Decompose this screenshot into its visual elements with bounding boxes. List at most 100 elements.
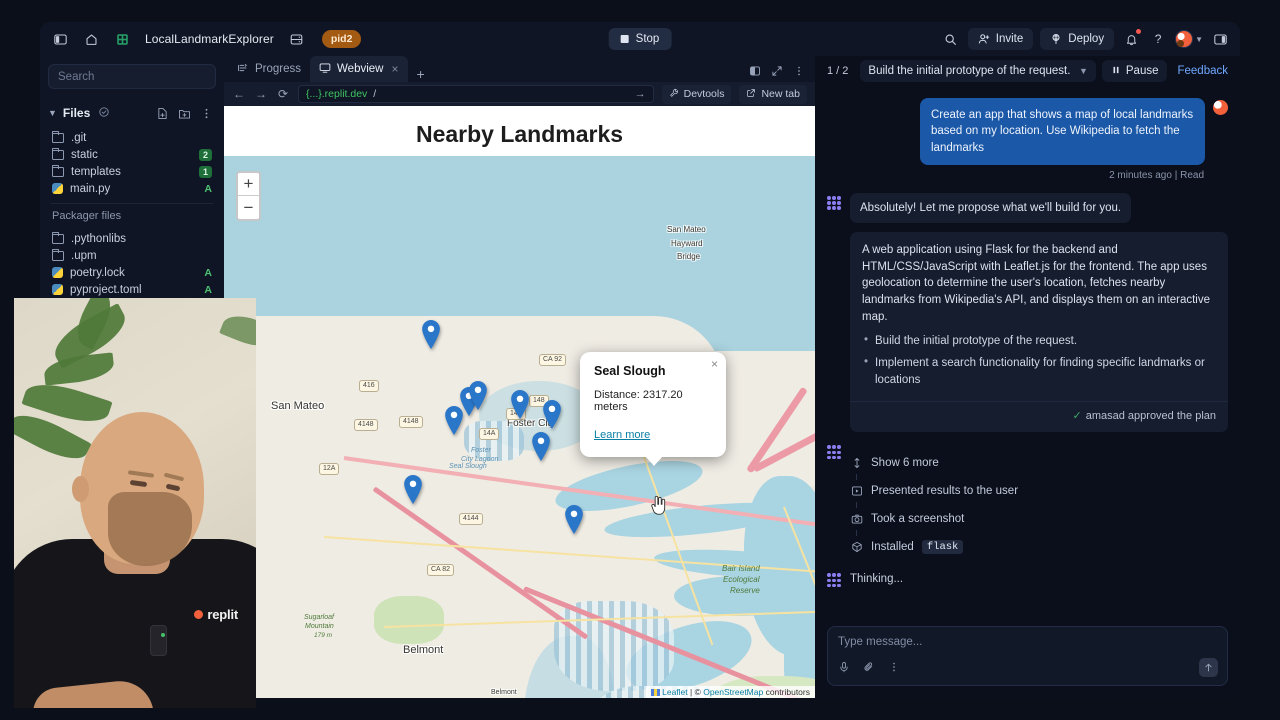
stop-label: Stop xyxy=(635,33,660,45)
arrow-right-icon[interactable]: → xyxy=(254,87,268,101)
layout-rows-icon[interactable] xyxy=(287,29,307,49)
more-vertical-icon[interactable] xyxy=(793,64,805,82)
reload-icon[interactable]: ⟳ xyxy=(276,87,290,101)
zoom-out-button[interactable]: − xyxy=(238,196,259,219)
url-input[interactable]: {...}.replit.dev / → xyxy=(298,85,654,103)
arrow-left-icon[interactable]: ← xyxy=(232,87,246,101)
new-tab-label: New tab xyxy=(761,88,800,100)
file-row[interactable]: pyproject.toml A xyxy=(40,281,224,298)
new-folder-icon[interactable] xyxy=(176,105,192,121)
message-time: 2 minutes ago xyxy=(1109,169,1172,181)
pause-icon xyxy=(1111,65,1121,78)
user-avatar[interactable]: ▼ xyxy=(1175,30,1203,48)
panel-right-icon[interactable] xyxy=(1210,29,1230,49)
tab-webview[interactable]: Webview × xyxy=(310,56,408,82)
map-label: Seal Slough xyxy=(449,463,487,470)
map-marsh xyxy=(554,601,674,691)
top-bar-left: LocalLandmarkExplorer pid2 xyxy=(50,29,362,49)
stop-button[interactable]: Stop xyxy=(608,28,672,50)
map-marker[interactable] xyxy=(444,406,465,435)
panel-left-icon[interactable] xyxy=(50,29,70,49)
folder-icon xyxy=(52,248,64,261)
present-icon xyxy=(850,485,863,498)
home-icon[interactable] xyxy=(81,29,101,49)
add-tab-button[interactable]: + xyxy=(408,66,434,82)
map-marker[interactable] xyxy=(531,432,552,461)
popup-learn-more-link[interactable]: Learn more xyxy=(594,429,650,441)
file-row[interactable]: .git xyxy=(40,129,224,146)
new-tab-button[interactable]: New tab xyxy=(739,84,807,104)
invite-button[interactable]: Invite xyxy=(967,28,1034,50)
more-vertical-icon[interactable] xyxy=(198,105,214,121)
wrench-icon xyxy=(669,88,679,101)
map-marker[interactable] xyxy=(542,400,563,429)
map-marker[interactable] xyxy=(403,475,424,504)
timeline-label: Presented results to the user xyxy=(871,485,1019,498)
tab-close-icon[interactable]: × xyxy=(391,62,398,76)
popup-close-icon[interactable]: × xyxy=(711,357,718,371)
timeline-item[interactable]: Presented results to the user xyxy=(850,480,1228,502)
road-shield: 416 xyxy=(359,380,379,392)
feedback-link[interactable]: Feedback xyxy=(1173,65,1232,77)
composer-placeholder[interactable]: Type message... xyxy=(838,636,1217,648)
file-name: pyproject.toml xyxy=(70,283,142,296)
map-label: Foster xyxy=(471,447,491,454)
pid-badge[interactable]: pid2 xyxy=(321,30,362,48)
map-zoom-control[interactable]: + − xyxy=(236,171,261,221)
current-task-dropdown[interactable]: Build the initial prototype of the reque… xyxy=(860,60,1096,82)
leaflet-link[interactable]: Leaflet xyxy=(662,687,688,697)
current-task-label: Build the initial prototype of the reque… xyxy=(868,65,1071,77)
file-row[interactable]: main.py A xyxy=(40,180,224,197)
devtools-button[interactable]: Devtools xyxy=(661,84,732,104)
attribution-suffix: contributors xyxy=(763,687,810,697)
message-composer[interactable]: Type message... xyxy=(827,626,1228,686)
file-row[interactable]: static 2 xyxy=(40,146,224,163)
tab-progress[interactable]: Progress xyxy=(228,56,310,82)
bell-icon[interactable] xyxy=(1121,28,1143,49)
chat-header: 1 / 2 Build the initial prototype of the… xyxy=(815,56,1240,86)
page-title: Nearby Landmarks xyxy=(415,121,624,147)
help-icon[interactable]: ? xyxy=(1148,29,1168,49)
more-vertical-icon[interactable] xyxy=(888,660,900,678)
map-label: San Mateo xyxy=(667,225,706,234)
pause-button[interactable]: Pause xyxy=(1101,60,1168,82)
leaflet-map[interactable]: + − San Mateo San Mateo Hayward Bridge Foste… xyxy=(224,156,815,698)
sidebar-search[interactable] xyxy=(48,64,216,89)
folder-icon xyxy=(52,231,64,244)
file-row[interactable]: .upm xyxy=(40,247,224,264)
file-row[interactable]: templates 1 xyxy=(40,163,224,180)
chat-messages[interactable]: Create an app that shows a map of local … xyxy=(815,86,1240,618)
file-name: main.py xyxy=(70,182,111,195)
files-header[interactable]: ▼ Files xyxy=(40,101,224,125)
new-file-icon[interactable] xyxy=(154,105,170,121)
send-button[interactable] xyxy=(1199,658,1218,677)
timeline-item[interactable]: Took a screenshot xyxy=(850,508,1228,530)
map-marker[interactable] xyxy=(468,381,489,410)
project-name[interactable]: LocalLandmarkExplorer xyxy=(145,32,274,46)
file-row[interactable]: poetry.lock A xyxy=(40,264,224,281)
map-popup[interactable]: × Seal Slough Distance: 2317.20 meters L… xyxy=(580,352,726,466)
paperclip-icon[interactable] xyxy=(863,660,875,678)
osm-link[interactable]: OpenStreetMap xyxy=(703,687,763,697)
timeline-item[interactable]: Show 6 more xyxy=(850,452,1228,474)
deploy-button[interactable]: Deploy xyxy=(1040,28,1115,50)
search-icon[interactable] xyxy=(941,29,961,49)
map-marker[interactable] xyxy=(564,505,585,534)
plan-item-list: Build the initial prototype of the reque… xyxy=(850,332,1228,401)
thinking-label: Thinking... xyxy=(850,572,904,585)
url-go-icon[interactable]: → xyxy=(635,88,646,100)
map-marker[interactable] xyxy=(510,390,531,419)
microphone-icon[interactable] xyxy=(838,660,850,678)
devtools-label: Devtools xyxy=(683,88,725,100)
zoom-in-button[interactable]: + xyxy=(238,173,259,196)
expand-icon[interactable] xyxy=(771,64,783,82)
map-label: Belmont xyxy=(403,644,444,656)
contrast-icon[interactable] xyxy=(749,64,761,82)
search-input[interactable] xyxy=(58,70,206,83)
map-label: Bair Island xyxy=(722,564,760,573)
map-label: Belmont xyxy=(491,689,517,696)
file-row[interactable]: .pythonlibs xyxy=(40,230,224,247)
map-marker[interactable] xyxy=(421,320,442,349)
timeline-item[interactable]: Installed flask xyxy=(850,536,1228,558)
timeline-label: Took a screenshot xyxy=(871,513,965,526)
